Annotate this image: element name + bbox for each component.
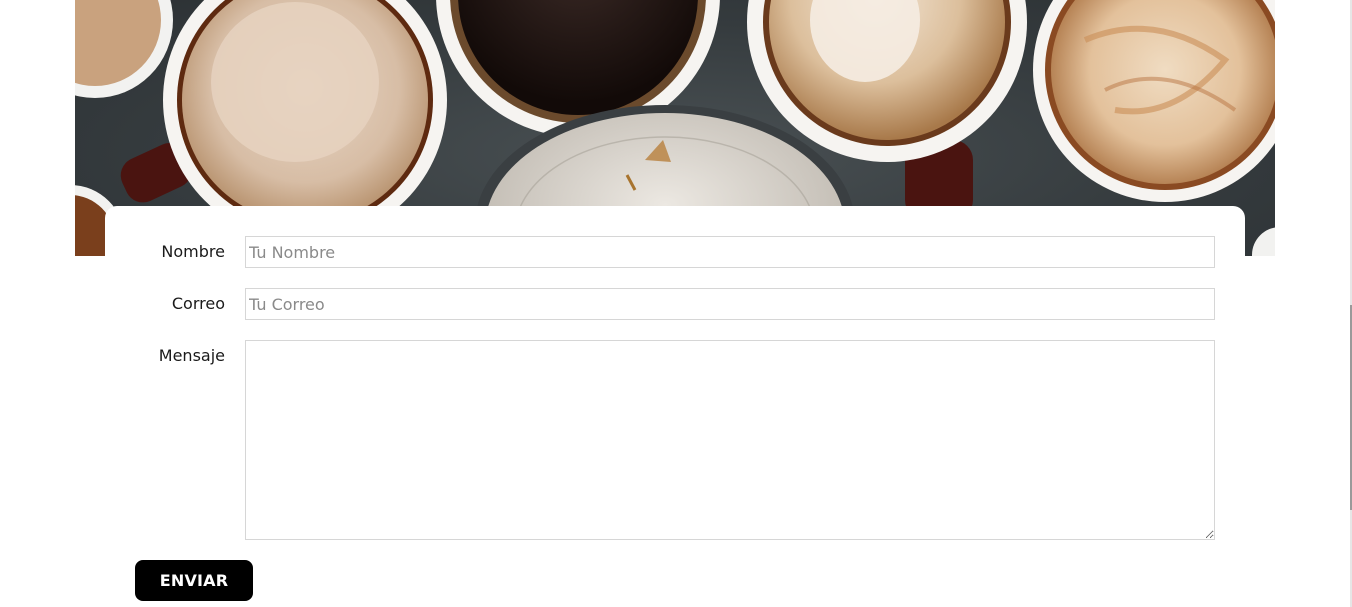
contact-form-card: Nombre Correo Mensaje <box>105 206 1245 607</box>
correo-label: Correo <box>171 294 225 313</box>
enviar-button[interactable]: ENVIAR <box>135 560 253 601</box>
correo-input[interactable] <box>245 288 1215 320</box>
mensaje-textarea[interactable] <box>245 340 1215 540</box>
nombre-label: Nombre <box>161 242 225 261</box>
nombre-input[interactable] <box>245 236 1215 268</box>
contact-page: Nombre Correo Mensaje ENVIAR <box>0 0 1352 607</box>
mensaje-label: Mensaje <box>158 346 225 365</box>
